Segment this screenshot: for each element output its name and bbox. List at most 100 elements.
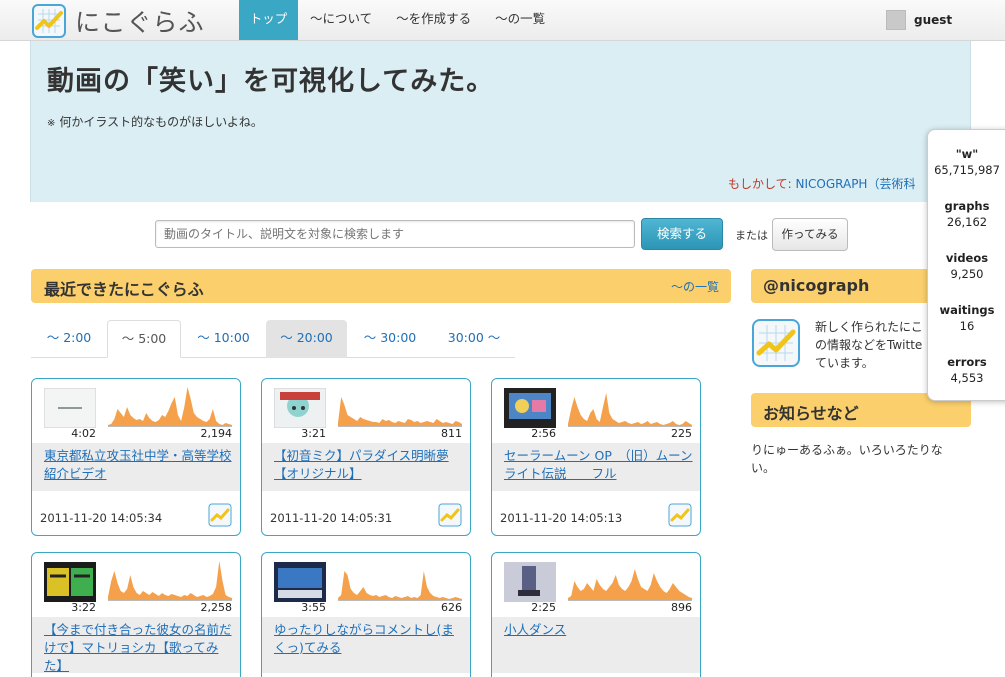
laugh-sparkline [338,571,462,601]
search-input[interactable] [155,220,635,248]
video-thumbnail [44,388,96,428]
stats-panel: "w" 65,715,987 graphs 26,162 videos 9,25… [927,129,1005,401]
stat-value: 16 [959,319,975,333]
stat-label: errors [947,355,987,369]
graph-badge-icon [208,503,232,527]
stat-videos: videos 9,250 [928,251,1005,281]
notice-text: りにゅーあるふぁ。いろいろたりない。 [751,443,943,475]
graph-card[interactable]: 2:25 896 小人ダンス [491,552,701,677]
video-title-link[interactable]: セーラームーン OP （旧）ムーンライト伝説 フル [504,447,694,483]
card-header: 2:56 225 [492,379,700,443]
card-title-bg: 東京都私立攻玉社中学・高等学校紹介ビデオ [32,443,240,491]
card-title-bg: セーラームーン OP （旧）ムーンライト伝説 フル [492,443,700,491]
video-duration: 2:25 [531,601,556,614]
video-title-link[interactable]: 【初音ミク】パラダイス明晰夢【オリジナル】 [274,447,464,483]
avatar [886,10,906,30]
nav-about[interactable]: 〜について [298,0,384,40]
stat-value: 65,715,987 [934,163,1000,177]
video-duration: 4:02 [71,427,96,440]
graph-card[interactable]: 3:22 2,258 【今まで付き合った彼女の名前だけで】マトリョシカ【歌ってみ… [31,552,241,677]
video-title-link[interactable]: ゆったりしながらコメントし(まくっ)てみる [274,621,464,657]
video-duration: 3:55 [301,601,326,614]
notice-section-title: お知らせなど [763,404,859,423]
laugh-count: 896 [671,601,692,614]
nav-create[interactable]: 〜を作成する [384,0,483,40]
laugh-sparkline [108,561,232,601]
video-thumbnail [274,562,326,602]
stat-value: 26,162 [946,215,988,229]
card-title-bg: 【初音ミク】パラダイス明晰夢【オリジナル】 [262,443,470,491]
hero-title: 動画の「笑い」を可視化してみた。 [47,66,495,97]
did-you-mean: もしかして: NICOGRAPH（芸術科 [728,175,915,192]
laugh-sparkline [568,393,692,427]
video-thumbnail [44,562,96,602]
search-button[interactable]: 検索する [641,218,723,250]
graph-card[interactable]: 3:21 811 【初音ミク】パラダイス明晰夢【オリジナル】 2011-11-2… [261,378,471,536]
stat-errors: errors 4,553 [928,355,1005,385]
laugh-sparkline [568,569,692,601]
sparkline-area [338,571,462,601]
laugh-sparkline [108,387,232,427]
top-bar: にこぐらふ トップ 〜について 〜を作成する 〜の一覧 guest [0,0,1005,41]
twitter-description: 新しく作られたにこ の情報などをTwitte ています。 [815,320,923,370]
laugh-count: 2,258 [200,601,233,614]
nicograph-twitter-icon[interactable] [752,319,800,367]
hero-note: ※ 何かイラスト的なものがほしいよね。 [47,113,263,130]
recent-section-header: 最近できたにこぐらふ 〜の一覧 [31,269,731,303]
laugh-count: 225 [671,427,692,440]
video-duration: 3:21 [301,427,326,440]
laugh-count: 811 [441,427,462,440]
graph-card[interactable]: 3:55 626 ゆったりしながらコメントし(まくっ)てみる [261,552,471,677]
laugh-sparkline [338,397,462,427]
card-title-bg: 【今まで付き合った彼女の名前だけで】マトリョシカ【歌ってみた】 [32,617,240,673]
note-text: 何かイラスト的なものがほしいよね。 [59,115,263,129]
video-title-link[interactable]: 東京都私立攻玉社中学・高等学校紹介ビデオ [44,447,234,483]
nav-list[interactable]: 〜の一覧 [483,0,557,40]
twitter-section-title[interactable]: @nicograph [763,276,869,295]
make-graph-button[interactable]: 作ってみる [772,218,848,251]
tab-over-30min[interactable]: 30:00 〜 [433,320,515,358]
card-header: 4:02 2,194 [32,379,240,443]
card-header: 3:22 2,258 [32,553,240,617]
sparkline-area [108,387,232,427]
graph-badge-icon [438,503,462,527]
stat-label: "w" [955,147,979,161]
hero-banner: 動画の「笑い」を可視化してみた。 ※ 何かイラスト的なものがほしいよね。 もしかし… [30,41,971,202]
graph-card[interactable]: 4:02 2,194 東京都私立攻玉社中学・高等学校紹介ビデオ 2011-11-… [31,378,241,536]
stat-label: videos [945,251,989,265]
user-menu[interactable]: guest [886,10,952,30]
sparkline-area [568,393,692,427]
graph-logo-icon [32,4,66,38]
note-mark: ※ [47,118,56,129]
video-duration: 3:22 [71,601,96,614]
tab-under-10min[interactable]: 〜 10:00 [181,320,266,358]
created-date: 2011-11-20 14:05:34 [40,511,163,525]
recent-list-link[interactable]: 〜の一覧 [671,278,719,295]
video-thumbnail [274,388,326,428]
sparkline-area [338,397,462,427]
tab-under-30min[interactable]: 〜 30:00 [347,320,433,358]
suggest-link[interactable]: NICOGRAPH（芸術科 [796,177,916,191]
video-duration: 2:56 [531,427,556,440]
sparkline-area [108,561,232,601]
tab-under-2min[interactable]: 〜 2:00 [31,320,107,358]
tab-under-5min[interactable]: 〜 5:00 [107,320,181,358]
or-label: または [735,229,768,242]
duration-tabs: 〜 2:00 〜 5:00 〜 10:00 〜 20:00 〜 30:00 30… [31,320,515,358]
card-header: 2:25 896 [492,553,700,617]
nav-top[interactable]: トップ [239,0,298,40]
tab-under-20min[interactable]: 〜 20:00 [266,320,347,358]
main-nav: トップ 〜について 〜を作成する 〜の一覧 [239,0,557,40]
stat-w: "w" 65,715,987 [928,147,1005,177]
card-title-bg: ゆったりしながらコメントし(まくっ)てみる [262,617,470,673]
site-logo[interactable]: にこぐらふ [32,4,205,38]
suggest-prefix: もしかして: [728,177,796,191]
user-name: guest [914,13,953,27]
graph-card[interactable]: 2:56 225 セーラームーン OP （旧）ムーンライト伝説 フル 2011-… [491,378,701,536]
video-title-link[interactable]: 【今まで付き合った彼女の名前だけで】マトリョシカ【歌ってみた】 [44,621,234,675]
video-thumbnail [504,388,556,428]
card-header: 3:55 626 [262,553,470,617]
graph-badge-icon [668,503,692,527]
video-title-link[interactable]: 小人ダンス [504,621,694,639]
video-thumbnail [504,562,556,602]
